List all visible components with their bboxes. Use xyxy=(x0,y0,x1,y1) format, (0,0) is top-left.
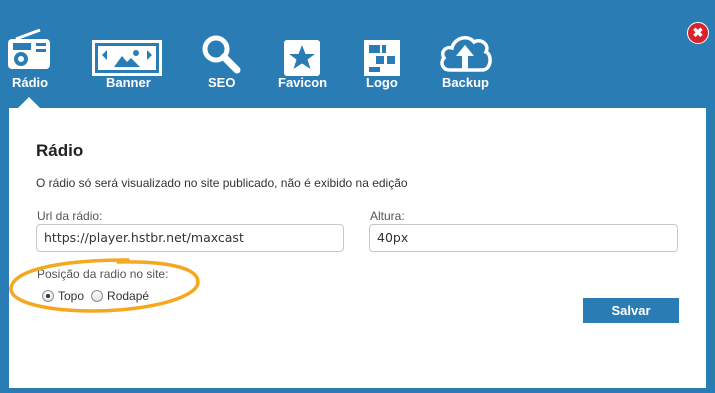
close-button[interactable]: ✖ xyxy=(687,22,709,44)
height-label: Altura: xyxy=(370,209,405,223)
tab-seo-label: SEO xyxy=(208,75,236,90)
tab-backup-label: Backup xyxy=(442,75,489,90)
radio-topo[interactable] xyxy=(42,290,54,302)
page-title: Rádio xyxy=(36,141,84,160)
tab-favicon-label: Favicon xyxy=(278,75,328,90)
url-label: Url da rádio: xyxy=(37,209,103,223)
active-tab-caret xyxy=(18,97,40,108)
radio-description: O rádio só será visualizado no site publ… xyxy=(36,176,408,190)
tab-banner[interactable]: Banner xyxy=(88,0,166,108)
tab-favicon[interactable]: Favicon xyxy=(276,0,328,108)
save-button[interactable]: Salvar xyxy=(583,298,679,323)
tab-logo-label: Logo xyxy=(366,75,398,90)
tab-seo[interactable]: SEO xyxy=(196,0,246,108)
logo-blocks-icon xyxy=(364,32,400,76)
radio-topo-label[interactable]: Topo xyxy=(58,289,84,303)
height-input[interactable]: 40px xyxy=(369,224,678,252)
position-radio-group: Topo Rodapé xyxy=(42,289,149,303)
banner-icon xyxy=(92,32,162,76)
star-icon xyxy=(284,32,320,76)
url-input[interactable]: https://player.hstbr.net/maxcast xyxy=(36,224,344,252)
tab-banner-label: Banner xyxy=(106,75,151,90)
toolbar: Rádio Banner SEO Favicon Logo Backup ✖ xyxy=(0,0,715,108)
radio-rodape-label[interactable]: Rodapé xyxy=(107,289,149,303)
tab-backup[interactable]: Backup xyxy=(436,0,494,108)
radio-settings-panel: Rádio O rádio só será visualizado no sit… xyxy=(9,108,706,388)
magnifier-icon xyxy=(201,30,241,74)
radio-rodape[interactable] xyxy=(91,290,104,302)
tab-radio-label: Rádio xyxy=(12,75,49,90)
tab-logo[interactable]: Logo xyxy=(356,0,406,108)
tab-radio[interactable]: Rádio xyxy=(0,0,58,108)
radio-icon xyxy=(6,27,52,71)
position-label: Posição da radio no site: xyxy=(37,267,169,281)
cloud-upload-icon xyxy=(438,30,492,74)
